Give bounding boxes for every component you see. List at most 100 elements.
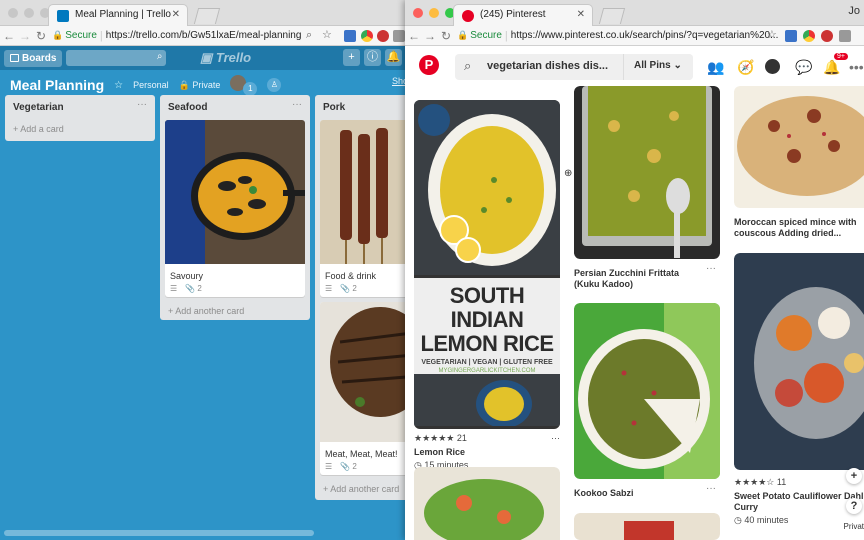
new-tab-button[interactable] xyxy=(193,8,221,24)
search-icon[interactable]: ⌕ xyxy=(306,29,312,42)
list-menu-icon[interactable]: ··· xyxy=(292,99,302,110)
close-dot-icon[interactable] xyxy=(413,8,423,18)
tab-close-icon[interactable]: ✕ xyxy=(172,9,180,20)
pin-title[interactable]: Persian Zucchini Frittata (Kuku Kadoo) xyxy=(574,268,694,290)
tab-title: (245) Pinterest xyxy=(480,9,546,20)
card-meat-meat-meat[interactable]: Meat, Meat, Meat! ☰ 📎 2 xyxy=(320,302,408,475)
back-icon[interactable]: ← xyxy=(2,29,16,43)
pinterest-address-bar: ← → ↻ 🔒 Secure | https://www.pinterest.c… xyxy=(405,26,864,46)
lemon-rice-photo xyxy=(414,100,560,275)
pin-title[interactable]: Moroccan spiced mince with couscous Addi… xyxy=(734,217,860,239)
bell-icon[interactable]: 🔔 xyxy=(385,49,402,66)
member-avatars[interactable]: 1 xyxy=(230,74,258,96)
dahl-curry-photo xyxy=(734,253,864,470)
pinterest-logo-icon[interactable]: P xyxy=(419,55,439,75)
close-dot-icon[interactable] xyxy=(8,8,18,18)
list-menu-icon[interactable]: ··· xyxy=(137,99,147,110)
card-savoury[interactable]: Savoury ☰ 📎 2 xyxy=(165,120,305,297)
skewers-image xyxy=(320,120,408,264)
tab-close-icon[interactable]: ✕ xyxy=(577,9,585,20)
star-rating-icon: ★★★★☆ xyxy=(734,477,775,487)
pin-title[interactable]: Sweet Potato Cauliflower Dahl Curry xyxy=(734,491,864,513)
card-title: Food & drink xyxy=(325,271,377,281)
info-icon[interactable]: ⓘ xyxy=(364,49,381,66)
minimize-dot-icon[interactable] xyxy=(429,8,439,18)
pin-salad[interactable] xyxy=(414,467,560,540)
url-field[interactable]: https://www.pinterest.co.uk/search/pins/… xyxy=(511,30,779,41)
pin-sweet-potato-dahl[interactable]: ★★★★☆ 11 Sweet Potato Cauliflower Dahl C… xyxy=(734,253,864,526)
minimize-dot-icon[interactable] xyxy=(24,8,34,18)
back-icon[interactable]: ← xyxy=(407,29,421,43)
privacy-link[interactable]: Privat xyxy=(844,522,864,531)
list-title[interactable]: Pork xyxy=(315,95,408,120)
add-another-card-button[interactable]: + Add another card xyxy=(160,302,310,323)
extension-v-icon[interactable] xyxy=(785,30,797,42)
add-another-card-button[interactable]: + Add another card xyxy=(315,480,408,501)
invite-icon[interactable]: ♙ xyxy=(267,78,282,92)
avatar[interactable] xyxy=(765,59,780,74)
messages-icon[interactable]: 💬 xyxy=(795,59,812,76)
help-button[interactable]: ? xyxy=(846,498,862,514)
star-icon[interactable]: ☆ xyxy=(114,80,123,91)
card-title: Meat, Meat, Meat! xyxy=(325,449,398,459)
trello-header: Boards ⌕ ▣ Trello + ⓘ 🔔 xyxy=(0,46,408,70)
salad-photo xyxy=(414,467,560,540)
attachment-badge: 📎 2 xyxy=(340,284,357,293)
pin-rating: ★★★★★ 21 ··· xyxy=(414,433,560,444)
pinterest-tab[interactable]: (245) Pinterest ✕ xyxy=(453,4,593,26)
pin-menu-icon[interactable]: ··· xyxy=(551,433,560,444)
extension-red-icon[interactable] xyxy=(377,30,389,42)
extension-grey-icon[interactable] xyxy=(839,30,851,42)
visibility-label[interactable]: 🔒 Private xyxy=(179,80,221,91)
pinterest-header: P ⌕ vegetarian dishes dis... ✕ All Pins … xyxy=(405,46,864,88)
notifications-icon[interactable]: 🔔 xyxy=(823,59,840,76)
card-badges: ☰ 📎 2 xyxy=(320,461,408,475)
pin-title[interactable]: Kookoo Sabzi xyxy=(574,488,720,499)
add-button[interactable]: + xyxy=(343,49,360,66)
pin-menu-icon[interactable]: ··· xyxy=(706,263,716,274)
list-title[interactable]: Seafood ··· xyxy=(160,95,310,120)
description-icon: ☰ xyxy=(325,284,333,293)
pin-menu-icon[interactable]: ··· xyxy=(706,483,716,494)
url-field[interactable]: https://trello.com/b/Gw51lxaE/meal-plann… xyxy=(106,30,302,41)
add-pin-button[interactable]: + xyxy=(846,468,862,484)
extension-v-icon[interactable] xyxy=(344,30,356,42)
extension-red-icon[interactable] xyxy=(821,30,833,42)
trello-search-input[interactable]: ⌕ xyxy=(66,50,167,66)
compass-icon[interactable]: 🧭 xyxy=(737,59,754,76)
forward-icon[interactable]: → xyxy=(18,29,32,43)
forward-icon[interactable]: → xyxy=(423,29,437,43)
reload-icon[interactable]: ↻ xyxy=(34,29,48,43)
board-title[interactable]: Meal Planning xyxy=(10,77,104,93)
star-icon[interactable]: ☆ xyxy=(322,28,332,41)
pin-title[interactable]: Lemon Rice xyxy=(414,447,560,458)
pin-pot[interactable] xyxy=(574,513,720,540)
pin-kookoo-sabzi[interactable]: Kookoo Sabzi ··· xyxy=(574,303,720,499)
scope-dropdown[interactable]: All Pins ⌄ xyxy=(623,54,693,80)
secure-label: Secure xyxy=(65,30,97,41)
profile-label[interactable]: Jo xyxy=(848,5,860,17)
team-label[interactable]: Personal xyxy=(133,80,169,90)
new-tab-button[interactable] xyxy=(598,8,626,24)
chrome-icon[interactable] xyxy=(361,30,373,42)
trello-tab[interactable]: Meal Planning | Trello ✕ xyxy=(48,4,188,26)
card-food-and-drink[interactable]: Food & drink ☰ 📎 2 xyxy=(320,120,408,297)
board-scrollbar[interactable] xyxy=(4,530,314,536)
chrome-icon[interactable] xyxy=(803,30,815,42)
card-title: Savoury xyxy=(170,271,204,281)
people-icon[interactable]: 👥 xyxy=(707,59,724,76)
list-title[interactable]: Vegetarian ··· xyxy=(5,95,155,120)
pin-moroccan-spiced-mince[interactable]: Moroccan spiced mince with couscous Addi… xyxy=(734,86,864,239)
pin-lemon-rice[interactable]: SOUTH INDIAN LEMON RICE VEGETARIAN | VEG… xyxy=(414,100,560,471)
pin-persian-zucchini-frittata[interactable]: Persian Zucchini Frittata (Kuku Kadoo) ·… xyxy=(574,86,720,290)
description-icon: ☰ xyxy=(170,284,178,293)
add-card-button[interactable]: + Add a card xyxy=(5,120,155,141)
extension-grey-icon[interactable] xyxy=(393,30,405,42)
more-icon[interactable]: ••• xyxy=(849,59,864,75)
pin-image[interactable]: SOUTH INDIAN LEMON RICE VEGETARIAN | VEG… xyxy=(414,100,560,429)
pinterest-favicon-icon xyxy=(462,10,474,22)
boards-button[interactable]: Boards xyxy=(4,49,63,67)
notification-badge: 9+ xyxy=(834,53,848,60)
star-icon[interactable]: ☆ xyxy=(767,28,777,41)
reload-icon[interactable]: ↻ xyxy=(439,29,453,43)
